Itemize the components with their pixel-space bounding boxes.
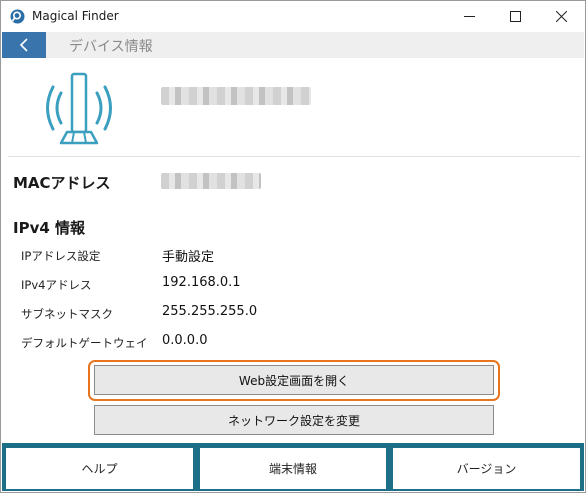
ipv4-address-value: 192.168.0.1 <box>162 275 241 290</box>
minimize-icon <box>463 16 475 17</box>
close-icon <box>555 11 567 22</box>
device-info-button[interactable]: 端末情報 <box>200 448 386 489</box>
chevron-left-icon <box>19 38 28 52</box>
default-gateway-label: デフォルトゲートウェイ <box>21 336 148 350</box>
ipv4-address-label: IPv4アドレス <box>21 278 92 292</box>
app-logo-icon <box>10 9 25 24</box>
window-title: Magical Finder <box>32 9 119 23</box>
subnet-mask-value: 255.255.255.0 <box>162 304 258 319</box>
maximize-icon <box>509 11 521 22</box>
ipv4-heading: IPv4 情報 <box>13 219 86 237</box>
device-name-redacted <box>161 87 311 105</box>
default-gateway-value: 0.0.0.0 <box>162 333 208 348</box>
help-button[interactable]: ヘルプ <box>6 448 193 489</box>
close-button[interactable] <box>538 1 584 32</box>
bottom-nav: ヘルプ 端末情報 バージョン <box>2 443 584 491</box>
mac-address-redacted <box>161 173 261 189</box>
ip-setting-value: 手動設定 <box>162 250 215 265</box>
ip-setting-label: IPアドレス設定 <box>21 249 101 263</box>
version-button[interactable]: バージョン <box>393 448 580 489</box>
app-window: Magical Finder デバイス情報 MACアドレス IPv4 情報 IP… <box>0 0 586 493</box>
page-title: デバイス情報 <box>69 39 153 55</box>
maximize-button[interactable] <box>492 1 538 32</box>
title-bar: Magical Finder <box>1 1 585 32</box>
divider <box>8 156 580 157</box>
subnet-mask-label: サブネットマスク <box>21 307 113 321</box>
change-network-settings-button[interactable]: ネットワーク設定を変更 <box>94 405 494 435</box>
minimize-button[interactable] <box>446 1 492 32</box>
wifi-router-icon <box>46 72 112 145</box>
mac-address-label: MACアドレス <box>13 174 111 192</box>
open-web-settings-button[interactable]: Web設定画面を開く <box>94 365 494 395</box>
back-button[interactable] <box>2 32 46 58</box>
header-bar: デバイス情報 <box>2 32 584 58</box>
